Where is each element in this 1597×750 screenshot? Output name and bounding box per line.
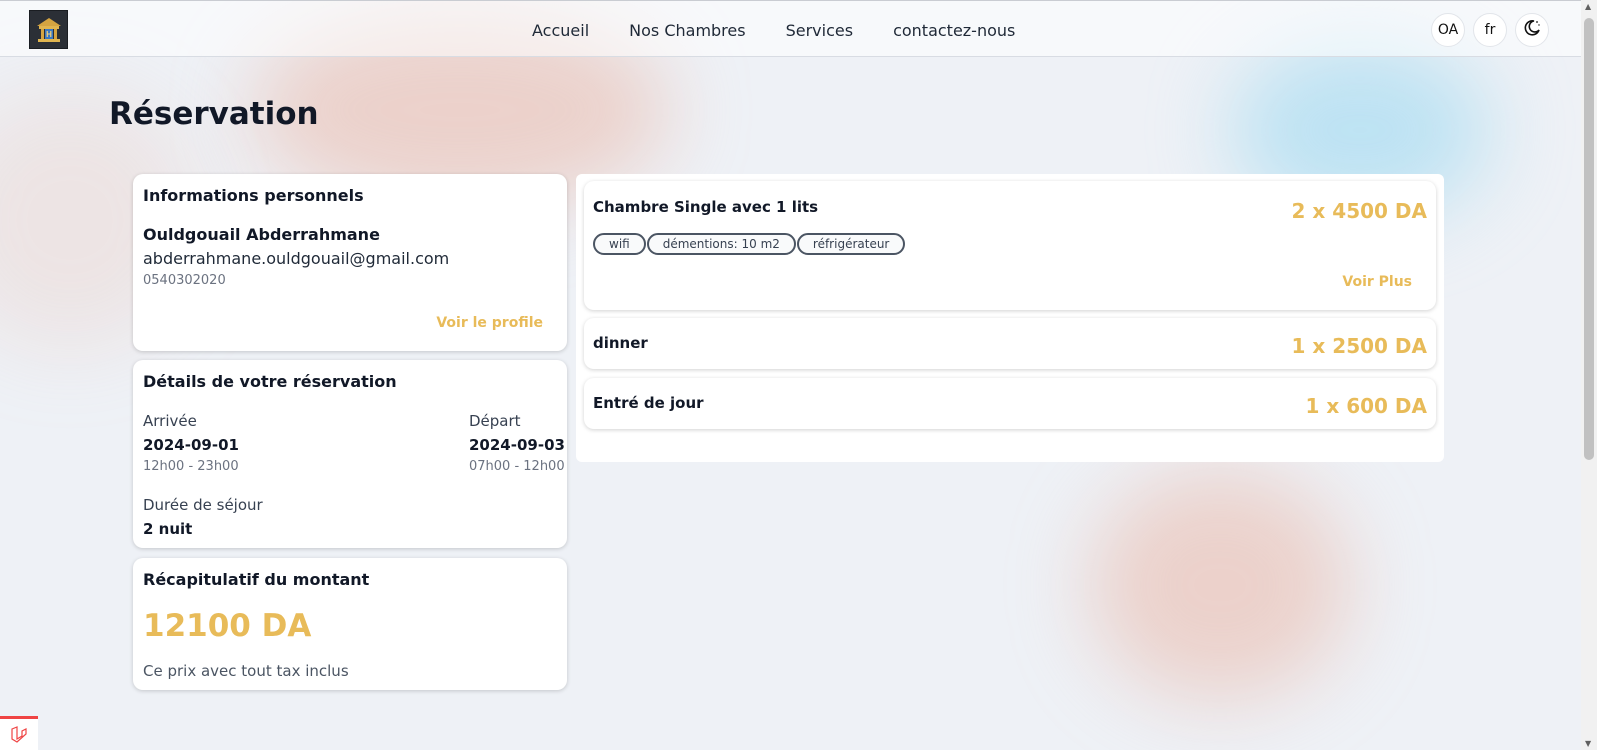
page-scrollbar[interactable]: ▲ ▼ (1581, 0, 1597, 750)
hotel-logo-icon[interactable]: H (29, 10, 68, 49)
nav-link-contact[interactable]: contactez-nous (893, 21, 1015, 40)
theme-toggle-button[interactable] (1515, 13, 1549, 47)
laravel-icon[interactable] (0, 716, 38, 750)
scroll-down-icon[interactable]: ▼ (1585, 739, 1591, 748)
view-profile-link[interactable]: Voir le profile (436, 315, 543, 331)
background-blob (1090, 470, 1350, 700)
nav-actions: OA fr (1431, 13, 1549, 47)
guest-name: Ouldgouail Abderrahmane (143, 225, 380, 244)
feature-tag: wifi (593, 233, 646, 255)
feature-tag: réfrigérateur (796, 233, 906, 255)
guest-phone: 0540302020 (143, 273, 226, 288)
item-name: dinner (593, 334, 648, 352)
duration-value: 2 nuit (143, 520, 193, 538)
scrollbar-thumb[interactable] (1584, 18, 1594, 460)
moon-icon (1523, 19, 1541, 41)
item-price: 1 x 600 DA (1305, 394, 1427, 418)
item-name: Entré de jour (593, 394, 704, 412)
view-more-link[interactable]: Voir Plus (1342, 274, 1412, 290)
scroll-up-icon[interactable]: ▲ (1585, 2, 1591, 11)
personal-info-card: Informations personnels Ouldgouail Abder… (133, 174, 567, 351)
reservation-details-heading: Détails de votre réservation (143, 372, 397, 391)
item-name: Chambre Single avec 1 lits (593, 198, 819, 216)
nav-link-rooms[interactable]: Nos Chambres (629, 21, 745, 40)
departure-date: 2024-09-03 (469, 436, 565, 454)
guest-email: abderrahmane.ouldgouail@gmail.com (143, 249, 450, 268)
room-features: wifi démentions: 10 m2 réfrigérateur (593, 233, 906, 255)
main-nav: Accueil Nos Chambres Services contactez-… (532, 21, 1015, 40)
reservation-item: dinner 1 x 2500 DA (584, 318, 1436, 369)
item-price: 1 x 2500 DA (1291, 334, 1427, 358)
language-button[interactable]: fr (1473, 13, 1507, 47)
arrival-date: 2024-09-01 (143, 436, 239, 454)
reservation-item: Entré de jour 1 x 600 DA (584, 378, 1436, 429)
amount-summary-card: Récapitulatif du montant 12100 DA Ce pri… (133, 558, 567, 690)
tax-note: Ce prix avec tout tax inclus (143, 662, 349, 680)
total-amount: 12100 DA (143, 608, 312, 644)
item-price: 2 x 4500 DA (1291, 199, 1427, 223)
nav-link-services[interactable]: Services (786, 21, 853, 40)
user-avatar-button[interactable]: OA (1431, 13, 1465, 47)
feature-tag: démentions: 10 m2 (646, 233, 796, 255)
reservation-details-card: Détails de votre réservation Arrivée 202… (133, 360, 567, 548)
personal-info-heading: Informations personnels (143, 186, 364, 205)
amount-summary-heading: Récapitulatif du montant (143, 570, 370, 589)
duration-label: Durée de séjour (143, 496, 263, 514)
arrival-hours: 12h00 - 23h00 (143, 459, 239, 474)
navbar: H Accueil Nos Chambres Services contacte… (0, 0, 1581, 57)
arrival-label: Arrivée (143, 412, 197, 430)
departure-label: Départ (469, 412, 521, 430)
page-title: Réservation (109, 96, 319, 132)
reservation-item: Chambre Single avec 1 lits 2 x 4500 DA w… (584, 181, 1436, 310)
nav-link-home[interactable]: Accueil (532, 21, 589, 40)
departure-hours: 07h00 - 12h00 (469, 459, 565, 474)
reservation-items-panel: Chambre Single avec 1 lits 2 x 4500 DA w… (576, 174, 1444, 462)
svg-text:H: H (46, 30, 52, 39)
